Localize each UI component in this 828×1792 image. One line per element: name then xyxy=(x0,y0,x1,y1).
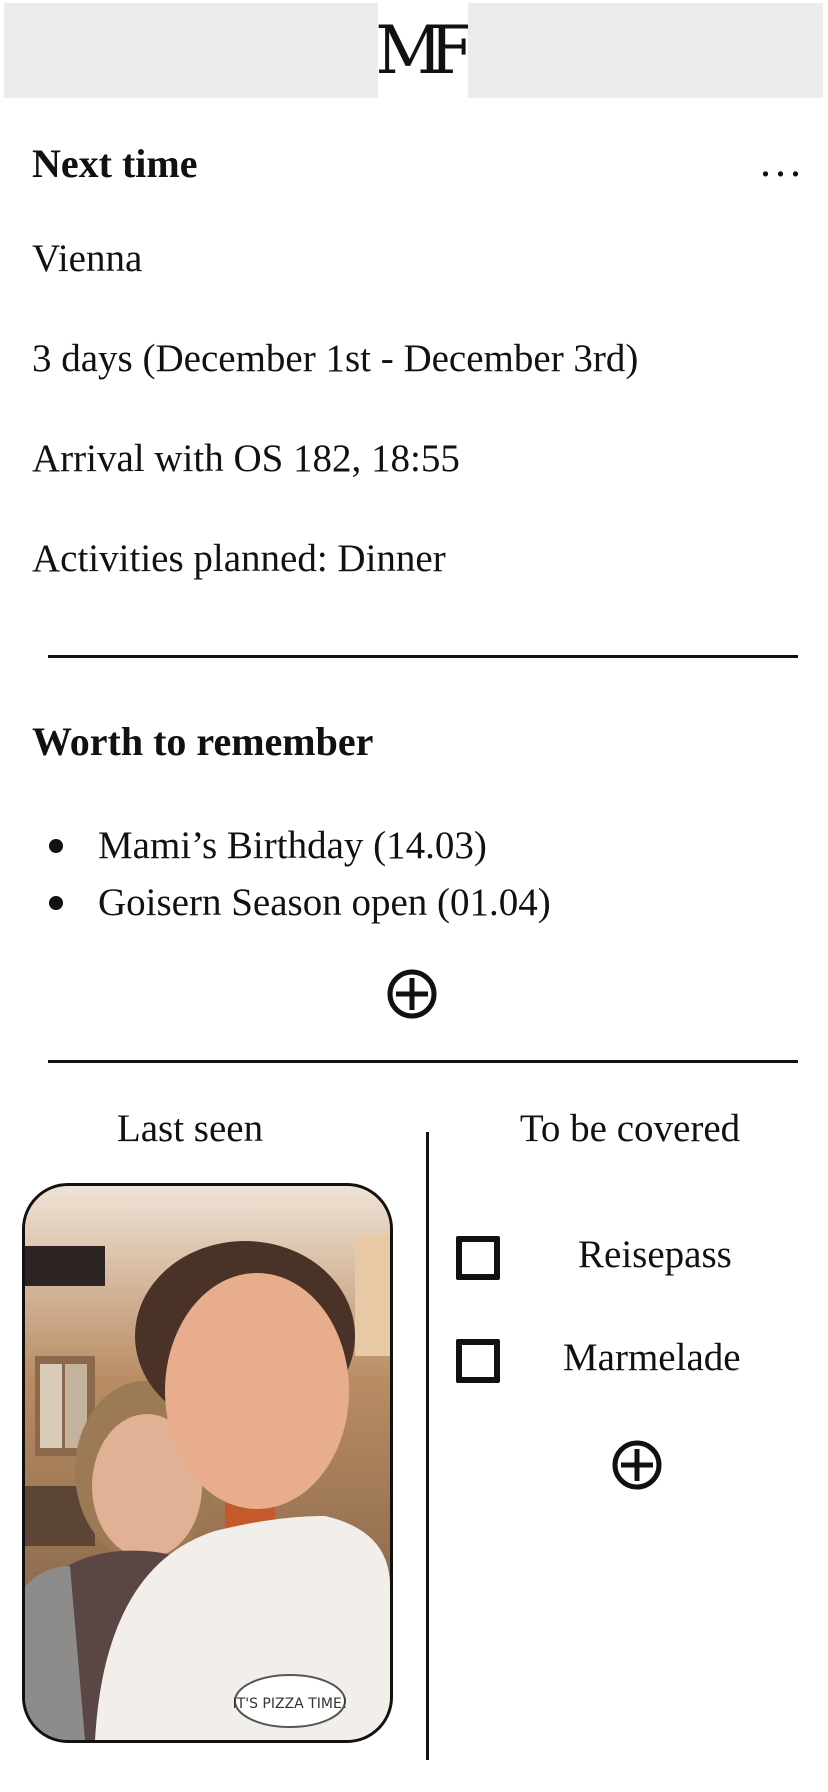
todo-item-label: Reisepass xyxy=(578,1233,732,1276)
add-reminder-button[interactable] xyxy=(385,967,439,1021)
todo-checkbox[interactable] xyxy=(456,1339,500,1383)
worth-to-remember-title: Worth to remember xyxy=(32,719,374,764)
bullet-icon xyxy=(49,896,63,910)
header-bar-right xyxy=(468,3,823,98)
trip-duration: 3 days (December 1st - December 3rd) xyxy=(32,337,639,380)
photo-image: IT'S PIZZA TIME! xyxy=(25,1186,390,1740)
column-divider xyxy=(426,1132,429,1760)
list-item[interactable]: Mami’s Birthday (14.03) xyxy=(48,817,551,874)
trip-arrival: Arrival with OS 182, 18:55 xyxy=(32,437,460,480)
to-be-covered-title: To be covered xyxy=(519,1107,741,1150)
add-todo-button[interactable] xyxy=(610,1438,664,1492)
list-item-label: Mami’s Birthday (14.03) xyxy=(98,824,487,867)
plus-circle-icon xyxy=(387,969,437,1019)
trip-activities: Activities planned: Dinner xyxy=(32,537,446,580)
shirt-print-text: IT'S PIZZA TIME! xyxy=(233,1696,348,1712)
last-seen-title: Last seen xyxy=(116,1107,264,1150)
todo-item[interactable] xyxy=(456,1230,500,1286)
bullet-icon xyxy=(49,839,63,853)
section-divider xyxy=(48,1060,798,1063)
todo-item-label: Marmelade xyxy=(563,1336,741,1379)
list-item[interactable]: Goisern Season open (01.04) xyxy=(48,874,551,931)
plus-circle-icon xyxy=(612,1440,662,1490)
trip-location: Vienna xyxy=(32,237,143,280)
app-logo: MF xyxy=(375,11,474,89)
todo-checkbox[interactable] xyxy=(456,1236,500,1280)
app-header: MF xyxy=(0,0,828,100)
next-time-title: Next time xyxy=(32,141,198,186)
header-bar-left xyxy=(4,3,378,98)
list-item-label: Goisern Season open (01.04) xyxy=(98,881,551,924)
section-divider xyxy=(48,655,798,658)
more-options-button[interactable]: ... xyxy=(760,140,805,184)
todo-item[interactable] xyxy=(456,1333,500,1389)
remember-list: Mami’s Birthday (14.03) Goisern Season o… xyxy=(48,817,551,931)
last-seen-photo[interactable]: IT'S PIZZA TIME! xyxy=(22,1183,393,1743)
